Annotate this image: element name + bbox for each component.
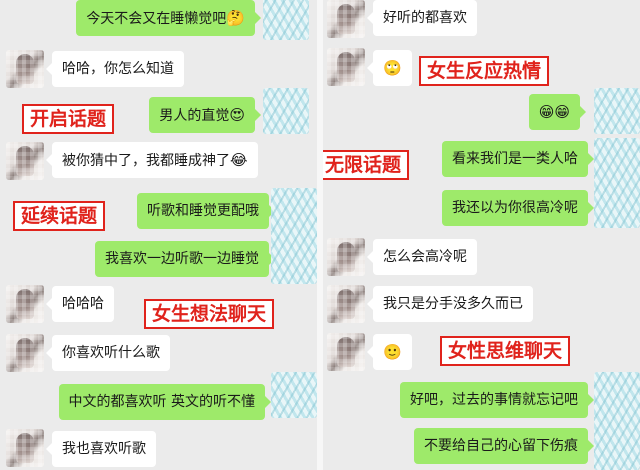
contact-avatar[interactable] xyxy=(327,238,365,276)
self-avatar[interactable] xyxy=(594,372,640,470)
sent-message[interactable]: 中文的都喜欢听 英文的听不懂 xyxy=(58,384,272,420)
sent-message[interactable]: 男人的直觉😍 xyxy=(149,97,261,133)
sent-message[interactable]: 听歌和睡觉更配哦 xyxy=(137,193,275,229)
self-avatar[interactable] xyxy=(271,372,317,418)
received-message[interactable]: 哈哈哈 xyxy=(46,286,114,322)
self-avatar[interactable] xyxy=(263,0,309,40)
sent-message[interactable]: 😁😁 xyxy=(528,94,587,130)
contact-avatar[interactable] xyxy=(327,0,365,38)
annotation-label: 无限话题 xyxy=(323,150,410,180)
contact-avatar[interactable] xyxy=(327,333,365,371)
contact-avatar[interactable] xyxy=(327,285,365,323)
sent-message[interactable]: 好吧，过去的事情就忘记吧 xyxy=(400,382,594,418)
annotation-label: 女性思维聊天 xyxy=(440,336,571,366)
received-message[interactable]: 好听的都喜欢 xyxy=(367,0,477,36)
annotation-label: 女生想法聊天 xyxy=(144,299,275,329)
annotation-label: 开启话题 xyxy=(22,104,115,134)
contact-avatar[interactable] xyxy=(6,429,44,467)
contact-avatar[interactable] xyxy=(327,48,365,86)
sent-message[interactable]: 我喜欢一边听歌一边睡觉 xyxy=(95,241,275,277)
sent-message[interactable]: 今天不会又在睡懒觉吧🤔 xyxy=(76,0,261,36)
sent-message[interactable]: 看来我们是一类人哈 xyxy=(442,141,594,177)
received-message[interactable]: 🙂 xyxy=(367,334,412,370)
received-message[interactable]: 我只是分手没多久而已 xyxy=(367,286,533,322)
contact-avatar[interactable] xyxy=(6,142,44,180)
received-message[interactable]: 你喜欢听什么歌 xyxy=(46,335,170,371)
contact-avatar[interactable] xyxy=(6,334,44,372)
annotation-label: 女生反应热情 xyxy=(419,56,550,86)
self-avatar[interactable] xyxy=(594,88,640,134)
self-avatar[interactable] xyxy=(594,138,640,228)
self-avatar[interactable] xyxy=(263,88,309,134)
annotation-label: 延续话题 xyxy=(13,201,106,231)
contact-avatar[interactable] xyxy=(6,50,44,88)
contact-avatar[interactable] xyxy=(6,285,44,323)
chat-panel-left: 今天不会又在睡懒觉吧🤔 哈哈，你怎么知道 开启话题 男人的直觉😍 被你猜中了，我… xyxy=(0,0,317,470)
received-message[interactable]: 哈哈，你怎么知道 xyxy=(46,51,184,87)
received-message[interactable]: 被你猜中了，我都睡成神了😂 xyxy=(46,142,258,178)
received-message[interactable]: 我也喜欢听歌 xyxy=(46,431,156,467)
sent-message[interactable]: 我还以为你很高冷呢 xyxy=(442,190,594,226)
received-message[interactable]: 🙄 xyxy=(367,50,412,86)
self-avatar[interactable] xyxy=(271,188,317,284)
sent-message[interactable]: 不要给自己的心留下伤痕 xyxy=(414,428,594,464)
chat-panel-right: 好听的都喜欢 🙄 女生反应热情 😁😁 无限话题 看来我们是一类人哈 我还以为你很… xyxy=(323,0,640,470)
received-message[interactable]: 怎么会高冷呢 xyxy=(367,239,477,275)
